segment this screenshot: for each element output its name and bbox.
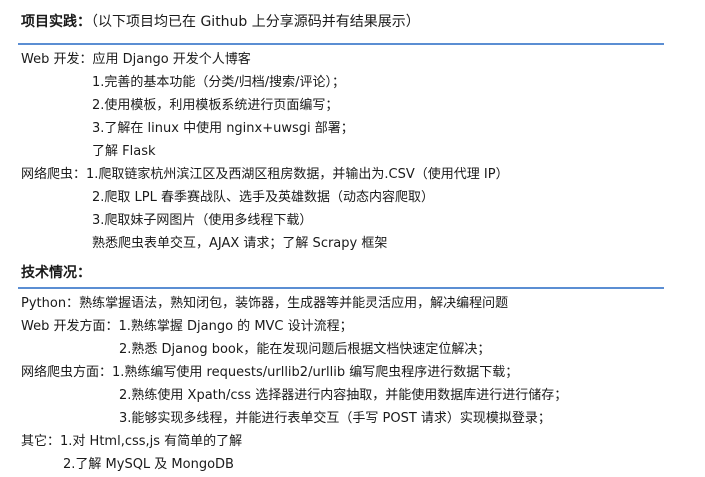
resume-section: 项目实践：（以下项目均已在 Github 上分享源码并有结果展示） Web 开发… [0,0,705,477]
crawler-skill-line: 网络爬虫方面：1.熟练编写使用 requests/urllib2/urllib … [21,364,518,381]
section-divider [18,287,664,289]
crawler-project-label: 网络爬虫： [21,167,87,182]
crawler-project-item: 1.爬取链家杭州滨江区及西湖区租房数据，并输出为.CSV（使用代理 IP） [86,167,509,182]
web-project-item: 2.使用模板，利用模板系统进行页面编写； [92,98,339,113]
web-project-label: Web 开发： [21,52,93,67]
python-skill-line: Python：熟练掌握语法，熟知闭包，装饰器，生成器等并能灵活应用，解决编程问题 [21,295,508,312]
crawler-skill-item: 2.熟练使用 Xpath/css 选择器进行内容抽取，并能使用数据库进行进行储存… [119,388,568,403]
projects-note: （以下项目均已在 Github 上分享源码并有结果展示） [91,14,420,30]
web-project-item: 3.了解在 linux 中使用 nginx+uwsgi 部署； [92,121,354,136]
web-skill-label: Web 开发方面： [21,319,119,334]
crawler-skill-item: 1.熟练编写使用 requests/urllib2/urllib 编写爬虫程序进… [112,365,519,380]
crawler-project-line: 网络爬虫：1.爬取链家杭州滨江区及西湖区租房数据，并输出为.CSV（使用代理 I… [21,166,509,183]
python-skill-text: 熟练掌握语法，熟知闭包，装饰器，生成器等并能灵活应用，解决编程问题 [79,296,509,311]
crawler-skill-item: 3.能够实现多线程，并能进行表单交互（手写 POST 请求）实现模拟登录； [119,411,551,426]
python-skill-label: Python： [21,296,80,311]
web-skill-item: 1.熟练掌握 Django 的 MVC 设计流程； [118,319,353,334]
web-project-item: 了解 Flask [92,144,156,159]
projects-title: 项目实践： [21,14,91,30]
other-skill-line: 其它：1.对 Html,css,js 有简单的了解 [21,433,242,450]
crawler-project-item: 3.爬取妹子网图片（使用多线程下载） [92,213,313,228]
other-skill-item: 1.对 Html,css,js 有简单的了解 [60,434,243,449]
web-project-item: 1.完善的基本功能（分类/归档/搜索/评论）； [92,75,346,90]
skills-title: 技术情况： [21,265,91,281]
other-skill-label: 其它： [21,434,61,449]
other-skill-item: 2.了解 MySQL 及 MongoDB [63,457,234,472]
crawler-project-item: 熟悉爬虫表单交互，AJAX 请求；了解 Scrapy 框架 [92,236,388,251]
projects-heading: 项目实践：（以下项目均已在 Github 上分享源码并有结果展示） [21,11,420,31]
web-project-line: Web 开发：应用 Django 开发个人博客 [21,51,251,68]
web-skill-item: 2.熟悉 Djanog book，能在发现问题后根据文档快速定位解决； [119,342,491,357]
web-project-intro: 应用 Django 开发个人博客 [92,52,251,67]
crawler-project-item: 2.爬取 LPL 春季赛战队、选手及英雄数据（动态内容爬取） [92,190,434,205]
web-skill-line: Web 开发方面：1.熟练掌握 Django 的 MVC 设计流程； [21,318,353,335]
crawler-skill-label: 网络爬虫方面： [21,365,113,380]
section-divider [18,43,664,45]
